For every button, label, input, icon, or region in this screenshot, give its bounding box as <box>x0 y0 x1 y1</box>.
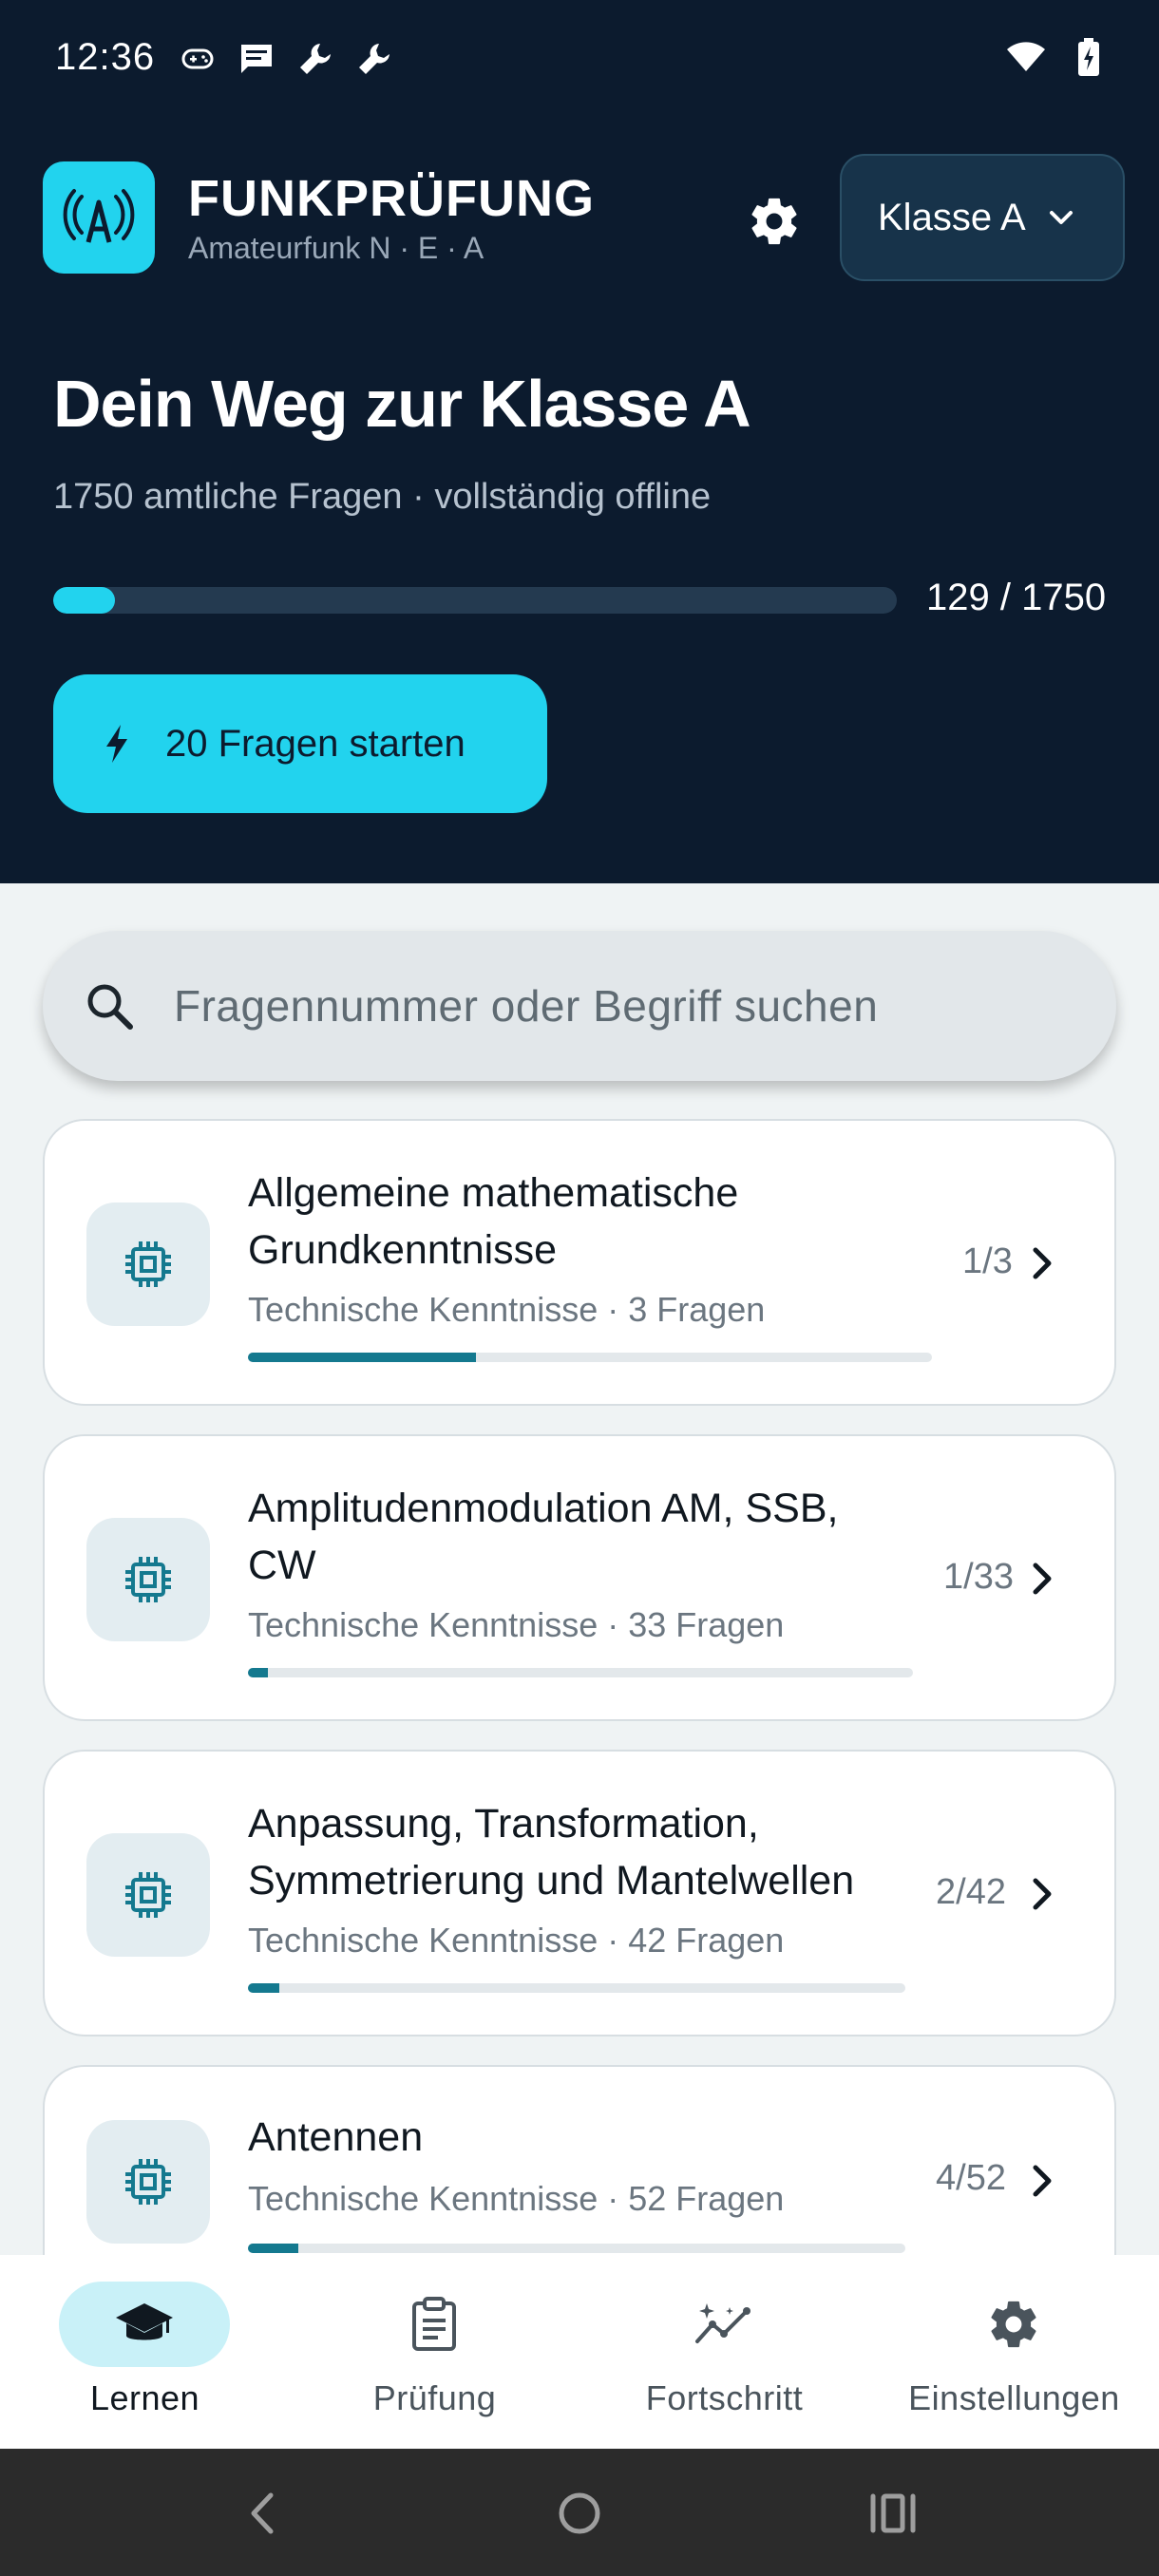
home-icon[interactable] <box>546 2480 613 2547</box>
chevron-right-icon <box>1023 1244 1061 1282</box>
nav-item-lernen[interactable]: Lernen <box>0 2255 290 2449</box>
battery-charging-icon <box>1068 36 1110 78</box>
wrench-icon <box>294 38 336 80</box>
topic-card[interactable]: Allgemeine mathematische Grundkenntnisse… <box>43 1119 1116 1406</box>
nav-label: Lernen <box>89 2378 200 2417</box>
topic-progress-fill <box>248 1983 280 1993</box>
nav-item-pruefung[interactable]: Prüfung <box>290 2255 580 2449</box>
topic-meta: Technische Kenntnisse · 52 Fragen <box>248 2179 785 2218</box>
topic-count: 2/42 <box>936 1872 1006 1912</box>
wrench-icon <box>353 38 395 80</box>
overall-progress-fill <box>53 587 116 614</box>
app-title: FUNKPRÜFUNG <box>188 170 595 227</box>
topic-count: 1/3 <box>962 1241 1013 1281</box>
overall-progress-bar <box>53 587 897 614</box>
nav-item-fortschritt[interactable]: Fortschritt <box>580 2255 869 2449</box>
antenna-logo-icon <box>43 161 155 274</box>
message-icon <box>236 38 277 80</box>
nav-pill <box>59 2282 230 2367</box>
recents-icon[interactable] <box>860 2480 926 2547</box>
overall-progress-text: 129 / 1750 <box>926 577 1107 618</box>
topic-progress-fill <box>248 1668 268 1677</box>
status-time: 12:36 <box>55 36 156 78</box>
nav-label: Fortschritt <box>645 2378 804 2417</box>
topic-progress-bar <box>248 1668 913 1677</box>
nav-label: Prüfung <box>372 2378 497 2417</box>
topic-card[interactable]: Amplitudenmodulation AM, SSB, CW Technis… <box>43 1434 1116 1721</box>
chevron-right-icon <box>1023 1560 1061 1598</box>
chip-icon <box>86 1833 210 1957</box>
hero-subtitle: 1750 amtliche Fragen · vollständig offli… <box>53 477 712 517</box>
bottom-navigation: Lernen Prüfung Fortschritt Einstellungen <box>0 2255 1159 2449</box>
chip-icon <box>86 2120 210 2244</box>
start-quiz-button[interactable]: 20 Fragen starten <box>53 674 547 813</box>
topic-title: Anpassung, Transformation, Symmetrierung… <box>248 1801 855 1904</box>
wifi-icon <box>1005 36 1047 78</box>
nav-item-einstellungen[interactable]: Einstellungen <box>869 2255 1159 2449</box>
topic-title: Allgemeine mathematische Grundkenntnisse <box>248 1170 739 1273</box>
class-select[interactable]: Klasse A <box>840 154 1125 281</box>
search-icon <box>71 968 147 1044</box>
chip-icon <box>86 1518 210 1641</box>
settings-button[interactable] <box>741 188 808 255</box>
header: 12:36 FUNKPRÜFUNG Amateurfunk N · E · A … <box>0 0 1159 883</box>
search-placeholder: Fragennummer oder Begriff suchen <box>174 981 879 1031</box>
nav-label: Einstellungen <box>908 2378 1120 2417</box>
topic-meta: Technische Kenntnisse · 33 Fragen <box>248 1605 785 1644</box>
gear-icon <box>751 198 797 245</box>
topic-progress-bar <box>248 1353 932 1362</box>
chart-sparkle-icon <box>695 2303 750 2343</box>
start-quiz-label: 20 Fragen starten <box>165 722 466 765</box>
topic-meta: Technische Kenntnisse · 42 Fragen <box>248 1921 785 1960</box>
nav-pill <box>638 2282 809 2367</box>
gear-icon <box>991 2301 1036 2348</box>
chevron-right-icon <box>1023 1875 1061 1913</box>
topic-progress-fill <box>248 2244 299 2253</box>
back-icon[interactable] <box>230 2480 296 2547</box>
app-subtitle: Amateurfunk N · E · A <box>188 231 484 265</box>
gamepad-icon <box>177 38 218 80</box>
hero-title: Dein Weg zur Klasse A <box>53 367 751 441</box>
graduation-cap-icon <box>116 2303 173 2340</box>
topic-title: Amplitudenmodulation AM, SSB, CW <box>248 1486 839 1588</box>
class-select-label: Klasse A <box>878 196 1026 238</box>
nav-pill <box>928 2282 1099 2367</box>
topic-meta: Technische Kenntnisse · 3 Fragen <box>248 1290 766 1329</box>
clipboard-icon <box>412 2297 456 2351</box>
topic-count: 4/52 <box>936 2158 1006 2198</box>
lightning-icon <box>106 725 127 763</box>
topic-progress-bar <box>248 2244 905 2253</box>
app-bar: FUNKPRÜFUNG Amateurfunk N · E · A Klasse… <box>0 152 1159 285</box>
topic-title: Antennen <box>248 2114 424 2160</box>
nav-pill <box>349 2282 520 2367</box>
topic-progress-bar <box>248 1983 905 1993</box>
system-navigation-bar <box>0 2449 1159 2576</box>
topic-count: 1/33 <box>943 1557 1014 1597</box>
topic-progress-fill <box>248 1353 476 1362</box>
chevron-down-icon <box>1049 211 1073 224</box>
chevron-right-icon <box>1023 2162 1061 2200</box>
chip-icon <box>86 1203 210 1326</box>
topic-card[interactable]: Anpassung, Transformation, Symmetrierung… <box>43 1750 1116 2036</box>
search-input[interactable]: Fragennummer oder Begriff suchen <box>43 931 1116 1081</box>
status-bar: 12:36 <box>0 0 1159 119</box>
